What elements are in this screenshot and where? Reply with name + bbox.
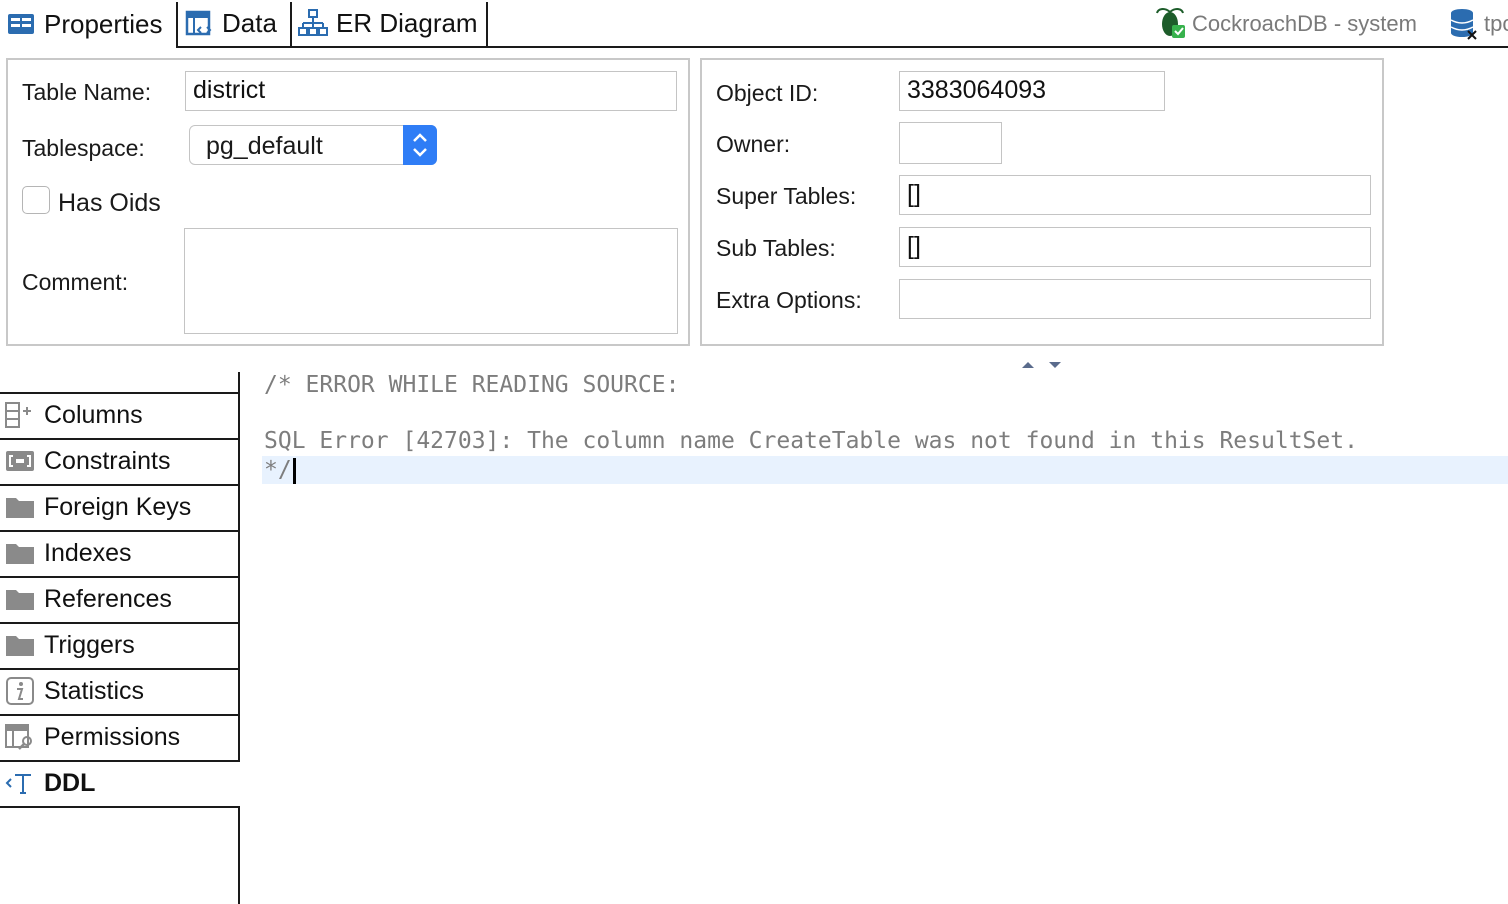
- collapse-up-icon[interactable]: [1020, 358, 1036, 370]
- object-id-field[interactable]: 3383064093: [899, 71, 1165, 111]
- tablespace-label: Tablespace:: [22, 135, 145, 161]
- folder-icon: [4, 493, 36, 521]
- sidebar-item-statistics[interactable]: Statistics: [0, 669, 238, 713]
- sidebar-item-label: Indexes: [44, 538, 132, 567]
- comment-textarea[interactable]: [184, 228, 678, 334]
- has-oids-label: Has Oids: [58, 189, 161, 217]
- code-line: */: [264, 457, 292, 483]
- connection-selector[interactable]: CockroachDB - system: [1154, 6, 1417, 42]
- owner-label: Owner:: [716, 131, 791, 157]
- sidebar-item-triggers[interactable]: Triggers: [0, 623, 238, 667]
- ddl-icon: [4, 769, 36, 797]
- columns-icon: [4, 401, 36, 429]
- sidebar-item-label: Permissions: [44, 722, 181, 751]
- extra-options-field[interactable]: [899, 279, 1371, 319]
- sidebar-border: [238, 578, 240, 622]
- sidebar-border: [238, 394, 240, 438]
- tab-data[interactable]: Data: [178, 0, 290, 46]
- sidebar-item-indexes[interactable]: Indexes: [0, 531, 238, 575]
- table-name-label: Table Name:: [22, 79, 152, 105]
- sidebar-item-label: References: [44, 584, 172, 613]
- tab-er-diagram[interactable]: ER Diagram: [292, 0, 486, 46]
- sidebar-item-label: Foreign Keys: [44, 492, 192, 521]
- sidebar-item-foreign-keys[interactable]: Foreign Keys: [0, 485, 238, 529]
- tab-label: ER Diagram: [336, 7, 478, 38]
- editor-tab-bar: Properties Data ER Diagram CockroachDB -…: [0, 0, 1508, 48]
- has-oids-checkbox[interactable]: [22, 186, 50, 214]
- sidebar-item-label: Statistics: [44, 676, 145, 705]
- connection-label: CockroachDB - system: [1192, 11, 1417, 36]
- sidebar-border: [238, 716, 240, 760]
- code-line: SQL Error [42703]: The column name Creat…: [264, 428, 1358, 454]
- owner-field[interactable]: [899, 122, 1002, 164]
- sidebar-border: [238, 486, 240, 530]
- database-selector[interactable]: tpc: [1448, 6, 1508, 42]
- tab-bar-underline: [0, 46, 1508, 48]
- text-caret: [293, 458, 296, 484]
- tab-divider: [486, 2, 488, 46]
- extra-options-label: Extra Options:: [716, 287, 862, 313]
- tablespace-select[interactable]: pg_default: [189, 125, 437, 165]
- table-name-field[interactable]: district: [185, 71, 677, 111]
- tab-properties[interactable]: Properties: [0, 0, 176, 48]
- folder-icon: [4, 585, 36, 613]
- sidebar-border: [238, 806, 240, 904]
- chevron-updown-icon: [403, 125, 437, 165]
- sidebar-item-ddl[interactable]: DDL: [0, 761, 238, 805]
- tab-label: Properties: [44, 8, 163, 39]
- sidebar-border: [238, 372, 240, 394]
- code-line: /* ERROR WHILE READING SOURCE:: [264, 372, 680, 398]
- sidebar-item-references[interactable]: References: [0, 577, 238, 621]
- sidebar-border: [238, 624, 240, 668]
- super-tables-label: Super Tables:: [716, 183, 857, 209]
- sub-tables-field[interactable]: []: [899, 227, 1371, 267]
- sidebar-item-label: Columns: [44, 400, 143, 429]
- sidebar-divider: [0, 806, 240, 808]
- sidebar-border: [238, 532, 240, 576]
- properties-icon: [6, 9, 36, 39]
- expand-down-icon[interactable]: [1047, 358, 1063, 370]
- permissions-icon: [4, 723, 36, 751]
- database-label: tpc: [1484, 11, 1508, 36]
- comment-label: Comment:: [22, 269, 129, 295]
- cockroachdb-icon: [1154, 7, 1188, 41]
- er-diagram-icon: [298, 8, 328, 38]
- tablespace-value: pg_default: [206, 132, 323, 160]
- constraints-icon: [4, 447, 36, 475]
- folder-icon: [4, 631, 36, 659]
- ddl-editor[interactable]: /* ERROR WHILE READING SOURCE: SQL Error…: [244, 370, 1508, 904]
- sidebar-border: [238, 440, 240, 484]
- folder-icon: [4, 539, 36, 567]
- tab-label: Data: [222, 7, 277, 38]
- data-grid-icon: [184, 8, 214, 38]
- sidebar-item-columns[interactable]: Columns: [0, 393, 238, 437]
- super-tables-field[interactable]: []: [899, 175, 1371, 215]
- sidebar-item-constraints[interactable]: Constraints: [0, 439, 238, 483]
- database-icon: [1448, 7, 1480, 41]
- info-icon: [4, 677, 36, 705]
- sidebar-item-label: DDL: [44, 768, 96, 797]
- sidebar-item-permissions[interactable]: Permissions: [0, 715, 238, 759]
- sidebar-item-label: Triggers: [44, 630, 135, 659]
- sidebar-item-label: Constraints: [44, 446, 171, 475]
- object-id-label: Object ID:: [716, 80, 819, 106]
- sub-tables-label: Sub Tables:: [716, 235, 836, 261]
- sidebar-border: [238, 670, 240, 714]
